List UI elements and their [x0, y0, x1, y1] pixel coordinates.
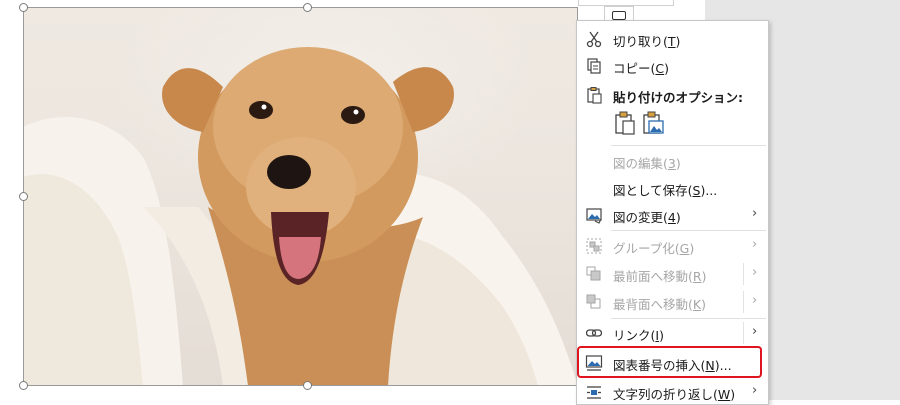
- dog-illustration: [23, 47, 578, 386]
- menu-item-link[interactable]: リンク(I) ›: [577, 320, 768, 346]
- menu-item-send-to-back[interactable]: 最背面へ移動(K) ›: [577, 289, 768, 315]
- layout-options-icon: [612, 11, 626, 20]
- group-icon: [586, 238, 602, 254]
- scissors-icon: [586, 31, 602, 48]
- send-to-back-icon: [586, 294, 601, 309]
- resize-handle-top[interactable]: [303, 3, 312, 12]
- paste-options-group: [613, 110, 673, 138]
- menu-item-wrap-text[interactable]: 文字列の折り返し(W) ›: [577, 379, 768, 405]
- menu-item-label: リンク(I): [613, 328, 664, 343]
- resize-handle-bottom[interactable]: [303, 381, 312, 390]
- menu-separator: [611, 230, 766, 231]
- split-separator: [743, 291, 744, 313]
- paste-keep-format-icon[interactable]: [613, 110, 637, 136]
- submenu-arrow-icon: ›: [752, 324, 758, 339]
- submenu-arrow-icon: ›: [752, 265, 758, 280]
- menu-item-label: 切り取り(T): [613, 34, 681, 49]
- menu-item-paste-options: 貼り付けのオプション:: [577, 82, 768, 108]
- bring-to-front-icon: [586, 266, 601, 281]
- copy-icon: [587, 58, 601, 74]
- menu-item-label: 図の編集(3): [613, 156, 681, 171]
- paste-options-icon: [587, 87, 602, 104]
- submenu-arrow-icon: ›: [752, 293, 758, 308]
- menu-item-group[interactable]: グループ化(G) ›: [577, 233, 768, 259]
- resize-handle-top-left[interactable]: [19, 3, 28, 12]
- split-separator: [743, 263, 744, 285]
- menu-item-label: グループ化(G): [613, 241, 695, 256]
- wrap-text-icon: [587, 386, 601, 399]
- menu-item-label: 図として保存(S)...: [613, 183, 718, 198]
- menu-item-label: 図の変更(4): [613, 210, 681, 225]
- menu-separator: [611, 145, 766, 146]
- menu-item-bring-to-front[interactable]: 最前面へ移動(R) ›: [577, 261, 768, 287]
- highlight-box-insert-caption: [577, 346, 762, 378]
- link-icon: [585, 329, 603, 337]
- resize-handle-left[interactable]: [19, 192, 28, 201]
- paste-picture-icon[interactable]: [642, 110, 666, 136]
- submenu-arrow-icon: ›: [752, 237, 758, 252]
- submenu-arrow-icon: ›: [752, 206, 758, 221]
- dog-photo[interactable]: [23, 7, 578, 386]
- menu-item-label: 最背面へ移動(K): [613, 297, 706, 312]
- menu-item-label: コピー(C): [613, 61, 670, 76]
- menu-item-copy[interactable]: コピー(C): [577, 53, 768, 79]
- menu-item-label: 文字列の折り返し(W): [613, 387, 736, 402]
- resize-handle-bottom-left[interactable]: [19, 381, 28, 390]
- menu-item-change-picture[interactable]: 図の変更(4) ›: [577, 202, 768, 228]
- menu-separator: [611, 318, 766, 319]
- submenu-arrow-icon: ›: [752, 383, 758, 398]
- menu-item-save-as-picture[interactable]: 図として保存(S)...: [577, 175, 768, 201]
- split-separator: [743, 322, 744, 344]
- menu-item-label: 最前面へ移動(R): [613, 269, 707, 284]
- menu-item-label: 貼り付けのオプション:: [613, 90, 743, 105]
- menu-item-edit-picture[interactable]: 図の編集(3): [577, 148, 768, 174]
- menu-item-cut[interactable]: 切り取り(T): [577, 26, 768, 52]
- change-picture-icon: [586, 208, 602, 224]
